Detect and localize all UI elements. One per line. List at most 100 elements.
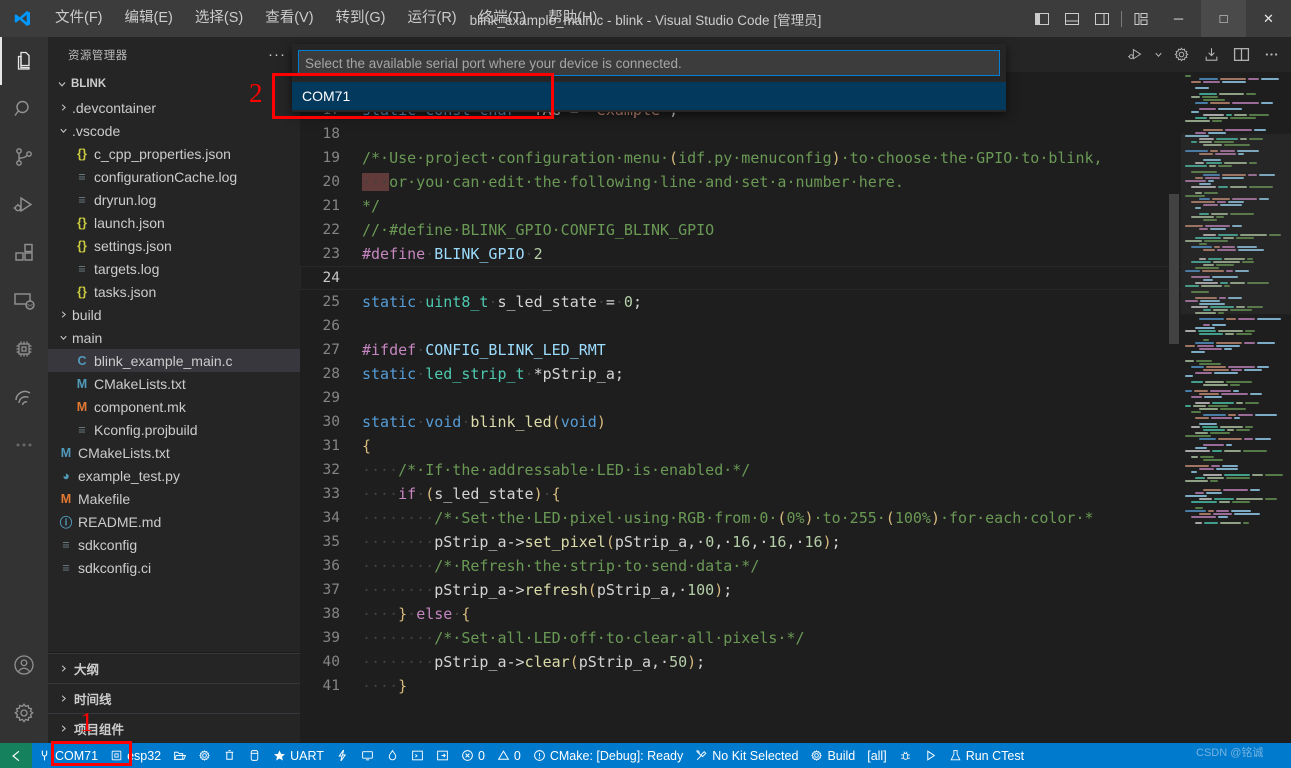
sidebar-item-espressif-idf[interactable] bbox=[0, 325, 48, 373]
tree-file-row[interactable]: Cblink_example_main.c bbox=[48, 349, 300, 372]
status-bar-item-cmake-ctest[interactable]: Run CTest bbox=[943, 743, 1030, 768]
status-bar-item-cmake-launch[interactable] bbox=[918, 743, 943, 768]
menu-item-1[interactable]: 编辑(E) bbox=[114, 0, 184, 37]
status-bar-item-label: CMake: [Debug]: Ready bbox=[549, 748, 684, 763]
code-token: 16 bbox=[804, 533, 823, 551]
tree-file-row[interactable]: {} settings.json bbox=[48, 234, 300, 257]
download-icon[interactable] bbox=[1197, 41, 1225, 69]
sidebar-item-search[interactable] bbox=[0, 85, 48, 133]
minimap-slider[interactable] bbox=[1181, 134, 1291, 314]
status-bar-item-cmake-target[interactable]: [all] bbox=[861, 743, 892, 768]
status-bar-item-flash-device[interactable] bbox=[330, 743, 355, 768]
json-file-icon: {} bbox=[77, 238, 87, 253]
status-bar-item-serial-port[interactable]: COM71 bbox=[32, 743, 104, 768]
settings-gear-icon[interactable] bbox=[1167, 41, 1195, 69]
status-bar-item-warnings-count[interactable]: 0 bbox=[491, 743, 527, 768]
status-bar-item-open-terminal[interactable] bbox=[405, 743, 430, 768]
tree-file-row[interactable]: {} tasks.json bbox=[48, 280, 300, 303]
editor-more-actions-icon[interactable] bbox=[1257, 41, 1285, 69]
manage-gear-icon[interactable] bbox=[0, 689, 48, 737]
cmake-file-icon: M bbox=[76, 376, 88, 391]
status-bar-item-target-device[interactable]: esp32 bbox=[104, 743, 167, 768]
status-bar-item-build-project[interactable] bbox=[242, 743, 267, 768]
tree-file-row[interactable]: ≡ sdkconfig.ci bbox=[48, 556, 300, 579]
maximize-button[interactable]: □ bbox=[1201, 0, 1246, 37]
tree-folder-row[interactable]: .devcontainer bbox=[48, 96, 300, 119]
menu-item-0[interactable]: 文件(F) bbox=[44, 0, 114, 37]
status-bar-item-cmake-status[interactable]: CMake: [Debug]: Ready bbox=[527, 743, 689, 768]
editor-vertical-scrollbar[interactable] bbox=[1167, 74, 1181, 743]
code-editor[interactable]: 1617static·const·char·*TAG·=·"example";1… bbox=[300, 74, 1291, 743]
tree-file-row[interactable]: ≡ sdkconfig bbox=[48, 533, 300, 556]
tree-folder-row[interactable]: main bbox=[48, 326, 300, 349]
tree-file-row[interactable]: ◕ example_test.py bbox=[48, 464, 300, 487]
status-bar-item-build-flash-monitor[interactable] bbox=[380, 743, 405, 768]
code-token: · bbox=[542, 485, 552, 503]
sidebar-item-remote-explorer[interactable]: >< bbox=[0, 277, 48, 325]
workspace-root-row[interactable]: BLINK bbox=[48, 72, 300, 96]
customize-layout-icon[interactable] bbox=[1126, 0, 1156, 37]
toggle-secondary-sidebar-icon[interactable] bbox=[1087, 0, 1117, 37]
sidebar-item-espressif-rainmaker[interactable] bbox=[0, 373, 48, 421]
menu-item-2[interactable]: 选择(S) bbox=[184, 0, 254, 37]
log-file-icon: ≡ bbox=[78, 192, 86, 207]
status-bar-item-cmake-build[interactable]: Build bbox=[804, 743, 861, 768]
menu-item-7[interactable]: 帮助(H) bbox=[537, 0, 608, 37]
sidebar-more-actions-icon[interactable]: ··· bbox=[262, 46, 292, 63]
chevron-down-icon[interactable] bbox=[1151, 41, 1165, 69]
tree-file-row[interactable]: ≡ Kconfig.projbuild bbox=[48, 418, 300, 441]
quick-pick-item[interactable]: COM71 bbox=[292, 82, 1006, 110]
status-bar-item-open-folder[interactable] bbox=[167, 743, 192, 768]
line-content: { bbox=[362, 434, 371, 458]
tree-file-row[interactable]: {} c_cpp_properties.json bbox=[48, 142, 300, 165]
status-bar-item-monitor-device[interactable] bbox=[355, 743, 380, 768]
scrollbar-thumb[interactable] bbox=[1169, 194, 1179, 344]
sidebar-panel-project-components[interactable]: 项目组件 bbox=[48, 713, 300, 743]
serial-port-search-input[interactable] bbox=[298, 50, 1000, 76]
tree-file-row[interactable]: M CMakeLists.txt bbox=[48, 441, 300, 464]
sidebar-panel-timeline[interactable]: 时间线 bbox=[48, 683, 300, 713]
code-line: 23 #define·BLINK_GPIO·2 bbox=[300, 242, 1291, 266]
tree-file-row[interactable]: ≡ targets.log bbox=[48, 257, 300, 280]
tree-file-row[interactable]: ≡ configurationCache.log bbox=[48, 165, 300, 188]
accounts-icon[interactable] bbox=[0, 641, 48, 689]
line-number: 29 bbox=[322, 390, 340, 406]
status-bar-item-flash-method[interactable]: UART bbox=[267, 743, 330, 768]
menu-item-6[interactable]: 终端(T) bbox=[468, 0, 538, 37]
status-bar-item-menuconfig[interactable] bbox=[192, 743, 217, 768]
more-views-icon[interactable] bbox=[0, 421, 48, 469]
tree-file-row[interactable]: {} launch.json bbox=[48, 211, 300, 234]
sidebar-item-extensions[interactable] bbox=[0, 229, 48, 277]
remote-window-indicator[interactable] bbox=[0, 743, 32, 768]
tree-file-row[interactable]: M Makefile bbox=[48, 487, 300, 510]
status-bar-item-cmake-debug[interactable] bbox=[893, 743, 918, 768]
tree-file-row[interactable]: Mcomponent.mk bbox=[48, 395, 300, 418]
close-button[interactable]: ✕ bbox=[1246, 0, 1291, 37]
sidebar-panel-outline[interactable]: 大纲 bbox=[48, 653, 300, 683]
status-bar-item-label: [all] bbox=[867, 748, 887, 763]
toggle-panel-icon[interactable] bbox=[1057, 0, 1087, 37]
split-editor-icon[interactable] bbox=[1227, 41, 1255, 69]
status-bar-item-full-clean[interactable] bbox=[217, 743, 242, 768]
code-line: 26 bbox=[300, 314, 1291, 338]
tree-folder-row[interactable]: .vscode bbox=[48, 119, 300, 142]
menu-item-3[interactable]: 查看(V) bbox=[254, 0, 324, 37]
sidebar-item-source-control[interactable] bbox=[0, 133, 48, 181]
minimize-button[interactable]: ─ bbox=[1156, 0, 1201, 37]
tree-file-row[interactable]: ⓘ README.md bbox=[48, 510, 300, 533]
toggle-primary-sidebar-icon[interactable] bbox=[1027, 0, 1057, 37]
run-or-debug-icon[interactable] bbox=[1121, 41, 1149, 69]
tree-file-row[interactable]: M CMakeLists.txt bbox=[48, 372, 300, 395]
sidebar-item-run-and-debug[interactable] bbox=[0, 181, 48, 229]
editor-minimap[interactable] bbox=[1181, 74, 1291, 743]
code-token: s_led_state bbox=[497, 293, 597, 311]
code-line: 40 ········pStrip_a->clear(pStrip_a,·50); bbox=[300, 650, 1291, 674]
tree-file-row[interactable]: ≡ dryrun.log bbox=[48, 188, 300, 211]
tree-folder-row[interactable]: build bbox=[48, 303, 300, 326]
status-bar-item-cmake-kit[interactable]: No Kit Selected bbox=[689, 743, 804, 768]
status-bar-item-open-idf-doc[interactable] bbox=[430, 743, 455, 768]
sidebar-item-explorer[interactable] bbox=[0, 37, 48, 85]
menu-item-4[interactable]: 转到(G) bbox=[325, 0, 397, 37]
status-bar-item-errors-count[interactable]: 0 bbox=[455, 743, 491, 768]
menu-item-5[interactable]: 运行(R) bbox=[396, 0, 467, 37]
